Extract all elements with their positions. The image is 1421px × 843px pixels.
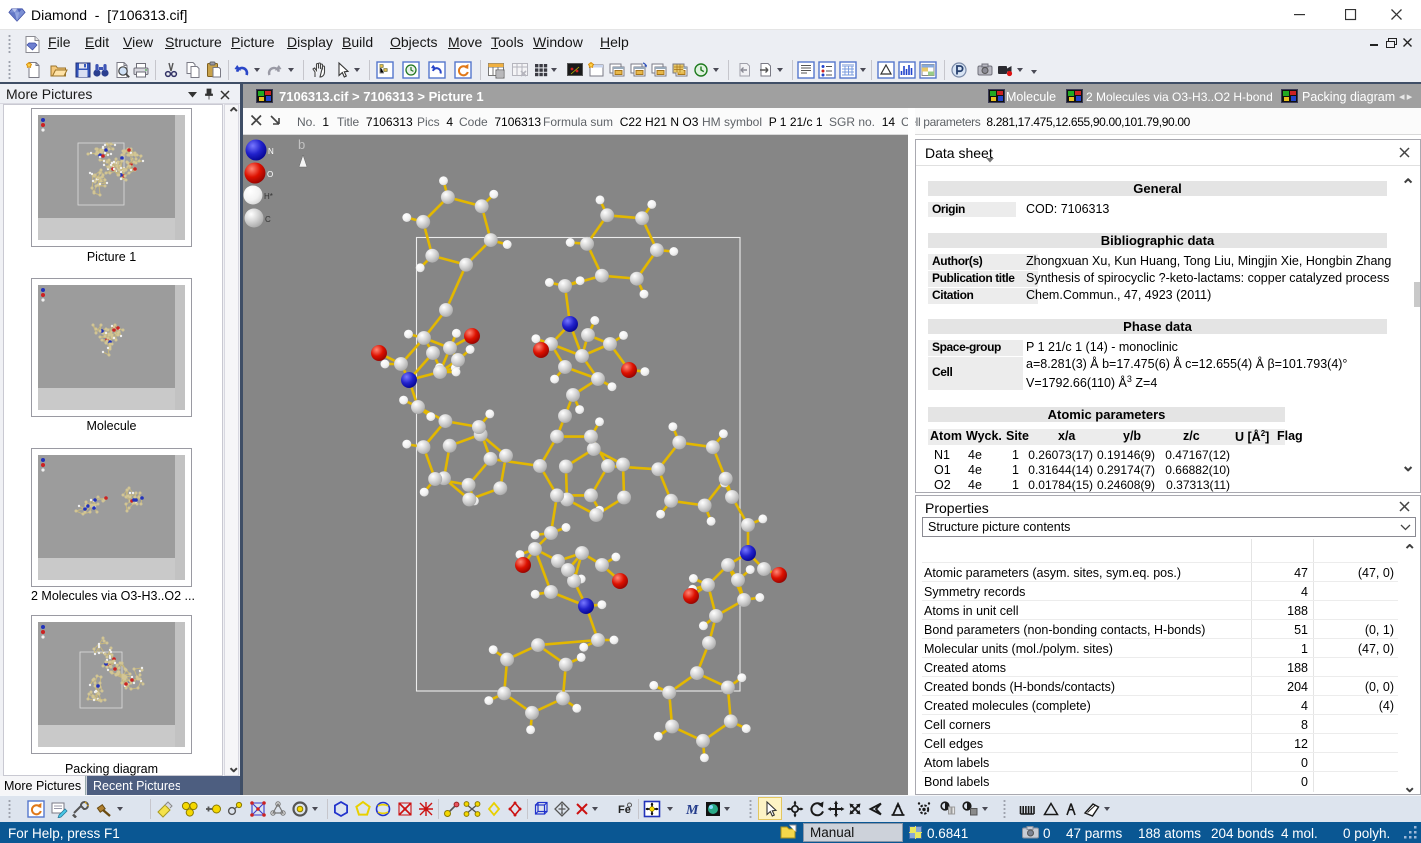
svg-text:M: M (685, 803, 699, 818)
svg-text:b: b (298, 137, 305, 152)
svg-text:C: C (265, 215, 271, 224)
svg-text:O: O (267, 170, 273, 179)
svg-text:N: N (268, 147, 274, 156)
svg-text:Fe: Fe (618, 804, 631, 816)
svg-text:H*: H* (264, 192, 273, 201)
